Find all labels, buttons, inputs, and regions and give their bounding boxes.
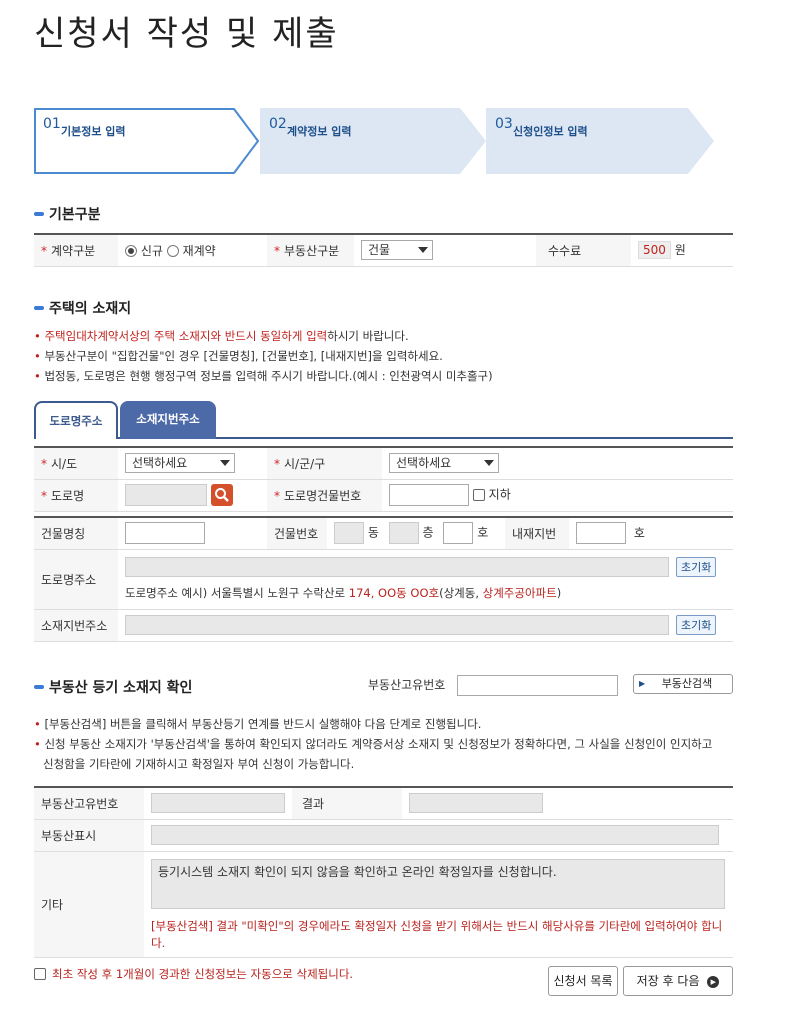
location-notes: 주택임대차계약서상의 주택 소재지와 반드시 동일하게 입력하시기 바랍니다. …	[34, 326, 493, 386]
radio-renew-label: 재계약	[182, 243, 216, 258]
basement-checkbox[interactable]	[472, 489, 485, 501]
arrow-right-icon: ▶	[639, 679, 646, 688]
contract-type-label: 계약구분	[51, 243, 96, 258]
dong-unit: 동	[367, 525, 379, 540]
etc-label: 기타	[34, 851, 144, 958]
lot-address-reset-button[interactable]: 초기화	[676, 615, 717, 635]
registry-row-id-label: 부동산고유번호	[34, 787, 144, 820]
result-label: 결과	[292, 787, 402, 820]
delete-notice: 최초 작성 후 1개월이 경과한 신청정보는 자동으로 삭제됩니다.	[34, 966, 353, 982]
registry-id-input[interactable]	[457, 675, 618, 696]
note-1: 주택임대차계약서상의 주택 소재지와 반드시 동일하게 입력하시기 바랍니다.	[34, 326, 493, 346]
floor-unit: 층	[422, 525, 434, 540]
sido-label: 시/도	[51, 456, 78, 471]
property-display-value	[151, 825, 719, 845]
road-search-button[interactable]	[210, 484, 233, 506]
road-label: 도로명	[51, 488, 85, 503]
registry-note-1: [부동산검색] 버튼을 클릭해서 부동산등기 연계를 반드시 실행해야 다음 단…	[34, 714, 712, 734]
basic-table: * 계약구분 신규 재계약 * 부동산구분 건물 수수료 500 원	[34, 233, 733, 267]
step-3-number: 03	[495, 116, 513, 132]
step-1: 01 기본정보 입력	[34, 108, 262, 174]
basement-label: 지하	[488, 487, 511, 502]
etc-textarea[interactable]: 등기시스템 소재지 확인이 되지 않음을 확인하고 온라인 확정일자를 신청합니…	[151, 858, 725, 909]
step-3: 03 신청인정보 입력	[486, 108, 716, 174]
registry-table: 부동산고유번호 결과 부동산표시 기타 등기시스템 소재지 확인이 되지 않음을…	[34, 786, 733, 958]
step-2: 02 계약정보 입력	[260, 108, 488, 174]
basic-section-title: 기본구분	[34, 204, 101, 224]
sigungu-select[interactable]: 선택하세요	[389, 453, 499, 474]
property-type-select[interactable]: 건물	[361, 240, 433, 261]
registry-note-2: 신청 부동산 소재지가 '부동산검색'을 통하여 확인되지 않더라도 계약증서상…	[34, 734, 712, 754]
road-building-no-label: 도로명건물번호	[284, 488, 362, 503]
dong-input[interactable]	[334, 522, 364, 545]
fee-unit: 원	[674, 243, 686, 258]
location-section-title: 주택의 소재지	[34, 298, 131, 318]
step-1-number: 01	[43, 116, 61, 132]
step-1-label: 기본정보 입력	[61, 125, 126, 138]
sido-select[interactable]: 선택하세요	[125, 453, 235, 474]
note-2: 부동산구분이 "집합건물"인 경우 [건물명칭], [건물번호], [내재지번]…	[34, 346, 493, 366]
registry-id-label: 부동산고유번호	[368, 678, 446, 692]
road-address-input[interactable]	[125, 557, 669, 577]
lot-address-input[interactable]	[125, 615, 669, 635]
chevron-down-icon	[484, 460, 494, 467]
building-name-input[interactable]	[125, 522, 205, 545]
inner-lot-label: 내재지번	[505, 517, 569, 550]
search-icon	[214, 488, 229, 502]
floor-input[interactable]	[388, 522, 419, 545]
ho-input[interactable]	[443, 522, 474, 545]
building-no-label: 건물번호	[267, 517, 327, 550]
note-3: 법정동, 도로명은 현행 행정구역 정보를 입력해 주시기 바랍니다.(예시 :…	[34, 366, 492, 386]
address-table: * 시/도 선택하세요 * 시/군/구 선택하세요 * 도로명 * 도로명건물번호 지하	[34, 446, 733, 512]
road-input[interactable]	[125, 484, 207, 506]
road-address-reset-button[interactable]: 초기화	[676, 557, 717, 577]
section-bullet-icon	[34, 685, 44, 689]
tab-road-address[interactable]: 도로명주소	[34, 401, 118, 439]
ho-unit: 호	[477, 525, 489, 540]
step-indicator: 01 기본정보 입력 02 계약정보 입력 03 신청인정보 입력	[34, 108, 734, 174]
property-type-label: 부동산구분	[284, 243, 340, 258]
inner-lot-input[interactable]	[576, 522, 626, 545]
registry-note-2-cont: 신청함을 기타란에 기재하시고 확정일자 부여 신청이 가능합니다.	[43, 757, 355, 771]
registry-notes: [부동산검색] 버튼을 클릭해서 부동산등기 연계를 반드시 실행해야 다음 단…	[34, 714, 712, 774]
building-table: 건물명칭 건물번호 동 층 호 내재지번 호 도로명주소 초기화 도로명주소 예…	[34, 516, 733, 642]
step-3-label: 신청인정보 입력	[513, 125, 588, 138]
building-name-label: 건물명칭	[34, 517, 118, 550]
lot-address-label: 소재지번주소	[34, 609, 118, 642]
inner-lot-unit: 호	[633, 525, 645, 540]
sigungu-label: 시/군/구	[284, 456, 326, 471]
radio-renew[interactable]	[166, 245, 179, 258]
fee-value: 500	[638, 241, 671, 260]
step-2-number: 02	[269, 116, 287, 132]
result-value	[409, 793, 543, 814]
fee-label: 수수료	[536, 234, 631, 267]
road-address-example: 도로명주소 예시) 서울특별시 노원구 수락산로 174, OO동 OO호(상계…	[125, 586, 562, 600]
chevron-down-icon	[418, 247, 428, 254]
section-bullet-icon	[34, 212, 44, 216]
page-title: 신청서 작성 및 제출	[34, 14, 339, 54]
radio-new-label: 신규	[140, 243, 163, 258]
road-building-no-input[interactable]	[389, 484, 469, 506]
application-list-button[interactable]: 신청서 목록	[548, 966, 618, 996]
delete-notice-checkbox[interactable]	[34, 968, 46, 980]
etc-warning: [부동산검색] 결과 "미확인"의 경우에라도 확정일자 신청을 받기 위해서는…	[151, 918, 723, 950]
section-bullet-icon	[34, 306, 44, 310]
property-search-button[interactable]: ▶ 부동산검색	[633, 674, 733, 694]
address-tabs: 도로명주소 소재지번주소	[34, 401, 733, 439]
road-address-label: 도로명주소	[34, 549, 118, 610]
chevron-down-icon	[220, 460, 230, 467]
property-display-label: 부동산표시	[34, 819, 144, 852]
registry-row-id-value	[151, 793, 285, 814]
registry-section-title: 부동산 등기 소재지 확인	[34, 677, 192, 697]
tab-lot-address[interactable]: 소재지번주소	[120, 401, 216, 439]
arrow-circle-right-icon: ▶	[707, 975, 720, 988]
radio-new[interactable]	[125, 245, 137, 258]
save-next-button[interactable]: 저장 후 다음 ▶	[623, 966, 733, 996]
step-2-label: 계약정보 입력	[287, 125, 352, 138]
